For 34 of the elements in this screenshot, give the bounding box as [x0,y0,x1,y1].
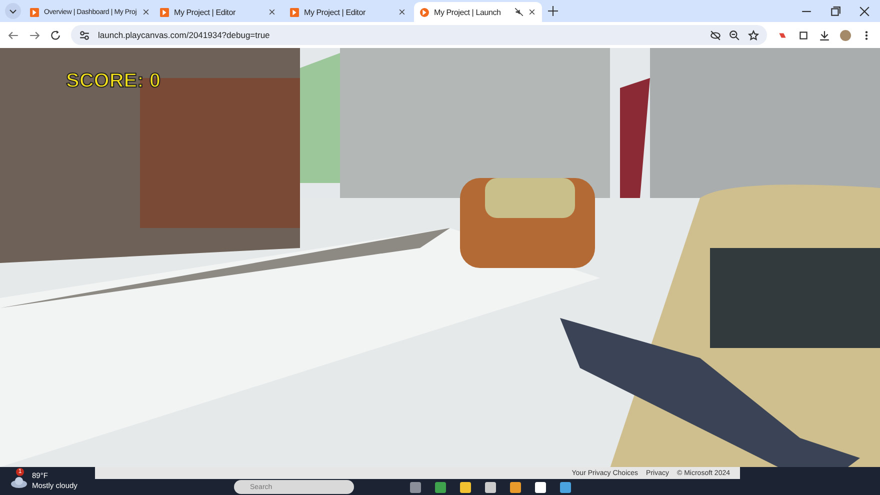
tab-search-icon[interactable] [4,2,22,20]
close-icon[interactable] [859,6,870,16]
app-logo-icon [290,8,299,16]
app-icon[interactable] [410,482,421,493]
browser-tab[interactable]: My Project | Launch [414,2,542,22]
browser-tab[interactable]: My Project | Editor [284,2,412,22]
zoom-icon[interactable] [729,30,740,40]
star-icon[interactable] [748,30,759,40]
app-icon[interactable] [435,482,446,493]
app-icon[interactable] [485,482,496,493]
close-icon[interactable] [142,8,150,16]
muted-speaker-icon[interactable] [515,8,523,16]
app-icon[interactable] [535,482,546,493]
browser-tab[interactable]: My Project | Editor [154,2,282,22]
eye-slash-icon[interactable] [710,30,721,40]
score-text: SCORE: 0 [66,70,160,93]
reload-icon[interactable] [50,30,61,40]
close-icon[interactable] [268,8,276,16]
back-arrow-icon[interactable] [8,30,19,40]
address-bar[interactable]: launch.playcanvas.com/2041934?debug=true [71,25,767,45]
app-logo-icon [160,8,169,16]
app-icon[interactable] [560,482,571,493]
app-icon[interactable] [460,482,471,493]
close-icon[interactable] [398,8,406,16]
app-logo-icon [420,8,429,16]
profile-avatar-icon[interactable] [840,30,851,40]
close-icon[interactable] [528,8,536,16]
app-logo-icon [30,8,39,16]
restore-icon[interactable] [830,6,841,16]
download-icon[interactable] [819,30,830,40]
app-icon[interactable] [510,482,521,493]
cloud-icon [10,476,28,488]
site-settings-icon[interactable] [79,30,90,40]
forward-arrow-icon[interactable] [29,30,40,40]
